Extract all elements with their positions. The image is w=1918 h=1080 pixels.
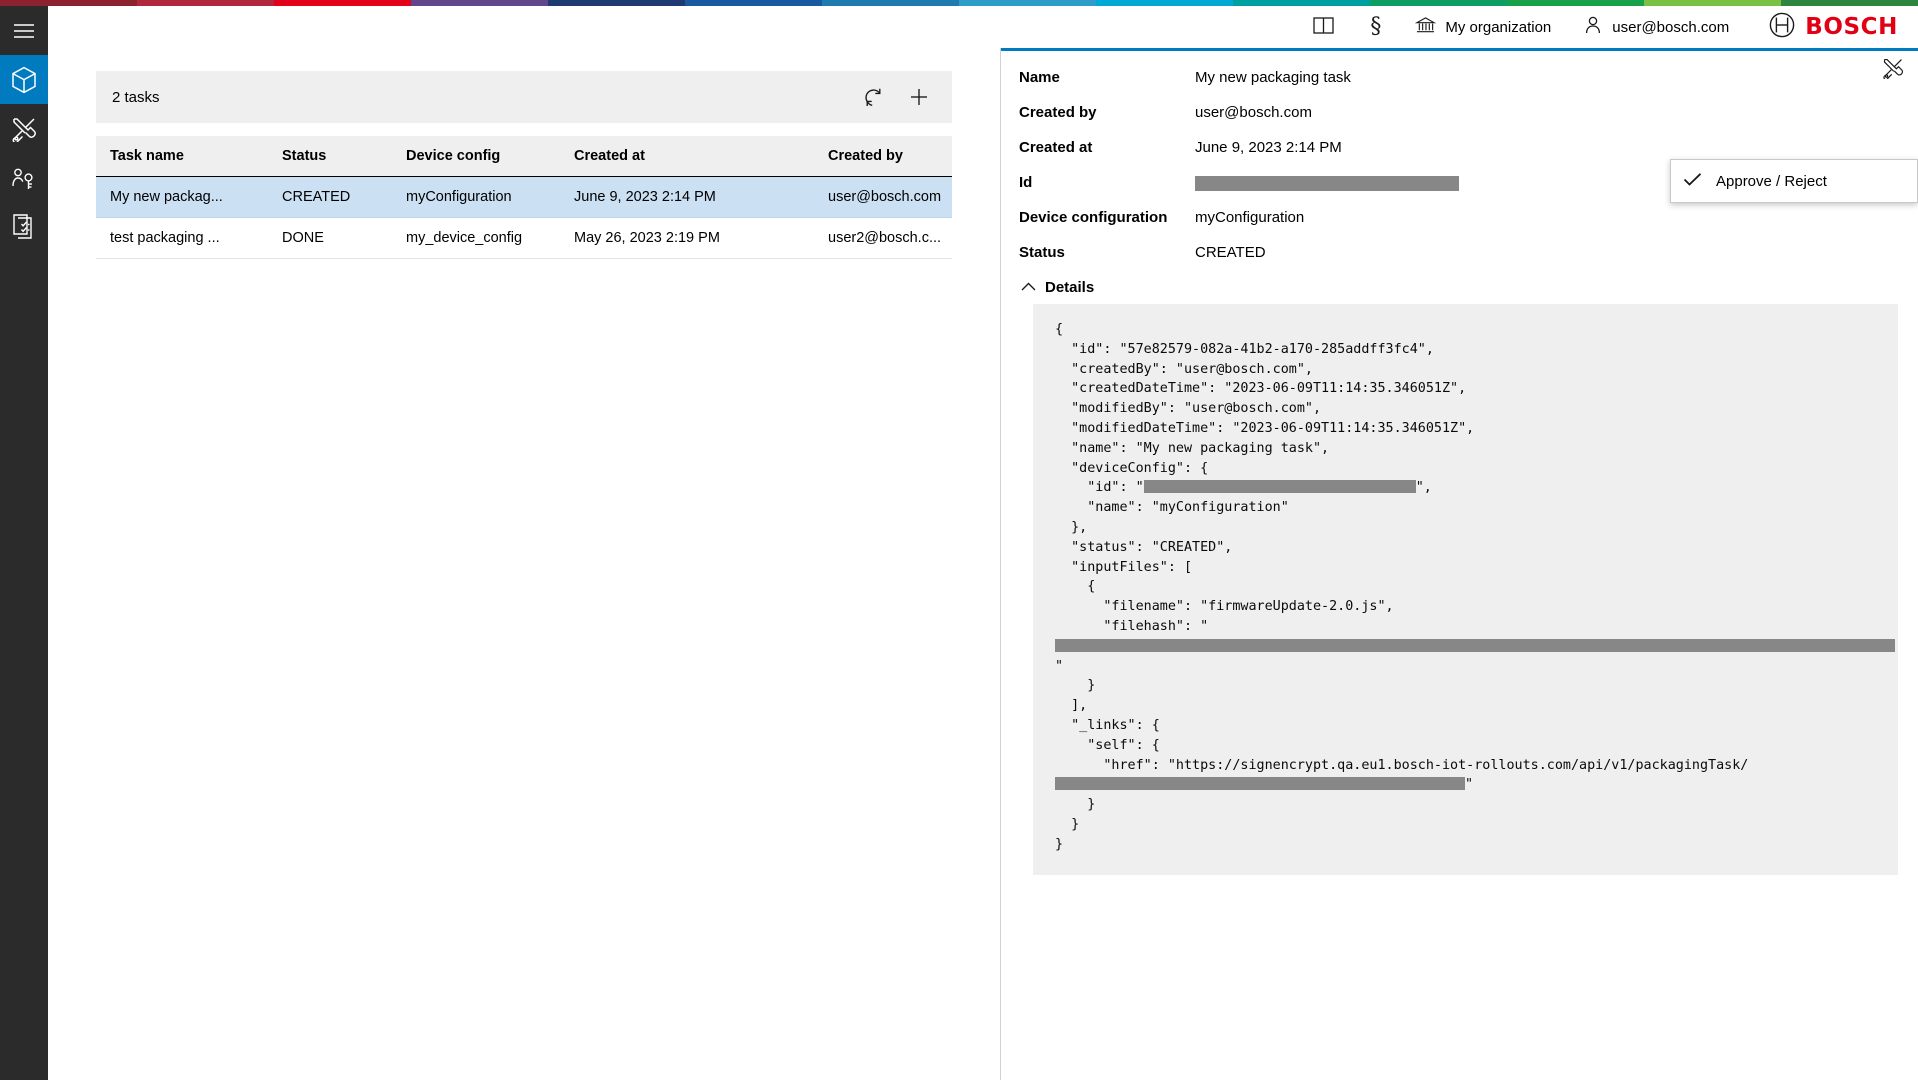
sidebar-item-packaging[interactable] (0, 55, 48, 104)
cell-created-by: user2@bosch.c... (814, 218, 952, 259)
bosch-wordmark: BOSCH (1805, 14, 1898, 40)
user-email-label: user@bosch.com (1612, 19, 1729, 36)
cube-icon (11, 66, 37, 94)
table-row[interactable]: test packaging ... DONE my_device_config… (96, 218, 952, 259)
detail-panel-body: Name My new packaging task Created by us… (1001, 51, 1918, 875)
legal-button[interactable]: § (1352, 6, 1399, 48)
field-value: user@bosch.com (1195, 104, 1312, 121)
task-json-details: { "id": "57e82579-082a-41b2-a170-285addf… (1033, 304, 1898, 875)
bosch-logo: BOSCH (1745, 12, 1902, 43)
table-row[interactable]: My new packag... CREATED myConfiguration… (96, 177, 952, 218)
field-value: CREATED (1195, 244, 1266, 261)
field-value: myConfiguration (1195, 209, 1304, 226)
sidebar-item-user-access[interactable] (0, 153, 48, 202)
task-count-label: 2 tasks (112, 89, 160, 106)
details-label: Details (1045, 279, 1094, 296)
cell-created-at: May 26, 2023 2:19 PM (560, 218, 814, 259)
documentation-button[interactable] (1295, 6, 1352, 48)
bosch-symbol-icon (1769, 12, 1795, 43)
field-value: June 9, 2023 2:14 PM (1195, 139, 1342, 156)
chevron-up-icon (1021, 279, 1036, 296)
cell-status: DONE (268, 218, 392, 259)
field-label: Name (1019, 69, 1195, 86)
cell-created-by: user@bosch.com (814, 177, 952, 218)
packaging-tasks-panel: Packaging tasks 2 tasks (48, 6, 1001, 1080)
packaging-tasks-table: Task name Status Device config Created a… (96, 136, 952, 259)
sidebar-rail (0, 6, 48, 1080)
user-account-button[interactable]: user@bosch.com (1567, 6, 1745, 48)
plus-icon[interactable] (908, 86, 930, 108)
field-label: Created at (1019, 139, 1195, 156)
book-icon (1313, 16, 1334, 39)
field-name: Name My new packaging task (1019, 69, 1898, 86)
sidebar-item-menu-toggle[interactable] (0, 6, 48, 55)
table-header-row: Task name Status Device config Created a… (96, 136, 952, 177)
organization-label: My organization (1445, 19, 1551, 36)
field-value: My new packaging task (1195, 69, 1351, 86)
field-label: Device configuration (1019, 209, 1195, 226)
packaging-task-detail-panel: Packaging task (1001, 6, 1918, 1080)
field-label: Created by (1019, 104, 1195, 121)
redaction-bar (1195, 176, 1459, 191)
cell-device-config: my_device_config (392, 218, 560, 259)
user-key-icon (11, 165, 37, 191)
cell-task-name: test packaging ... (96, 218, 268, 259)
legal-section-icon: § (1370, 16, 1381, 38)
field-value-redacted (1195, 174, 1459, 191)
tasks-toolbar: 2 tasks (96, 71, 952, 123)
clipboard-checklist-icon (12, 213, 37, 240)
details-disclosure-toggle[interactable]: Details (1021, 279, 1898, 296)
main-content: Packaging tasks 2 tasks (48, 6, 1918, 1080)
field-created-at: Created at June 9, 2023 2:14 PM (1019, 139, 1898, 156)
cell-created-at: June 9, 2023 2:14 PM (560, 177, 814, 218)
column-header-created-by[interactable]: Created by (814, 136, 952, 177)
check-icon (1683, 172, 1702, 191)
cell-status: CREATED (268, 177, 392, 218)
cell-device-config: myConfiguration (392, 177, 560, 218)
packaging-tasks-body: 2 tasks (48, 51, 1000, 259)
column-header-created-at[interactable]: Created at (560, 136, 814, 177)
user-icon (1583, 15, 1603, 39)
field-label: Status (1019, 244, 1195, 261)
cell-task-name: My new packag... (96, 177, 268, 218)
menu-item-label: Approve / Reject (1716, 173, 1827, 190)
organization-button[interactable]: My organization (1399, 6, 1567, 48)
organization-icon (1415, 16, 1436, 39)
task-actions-menu: Approve / Reject (1670, 159, 1918, 203)
top-header-bar: § My organization user@bosch.com (48, 6, 1918, 48)
field-status: Status CREATED (1019, 244, 1898, 261)
tools-icon (11, 116, 37, 142)
column-header-status[interactable]: Status (268, 136, 392, 177)
field-label: Id (1019, 174, 1195, 191)
redaction-bar (1144, 480, 1416, 493)
sidebar-item-tools[interactable] (0, 104, 48, 153)
refresh-icon[interactable] (863, 87, 884, 108)
field-device-configuration: Device configuration myConfiguration (1019, 209, 1898, 226)
menu-item-approve-reject[interactable]: Approve / Reject (1671, 160, 1917, 202)
redaction-bar (1055, 639, 1895, 652)
column-header-task-name[interactable]: Task name (96, 136, 268, 177)
redaction-bar (1055, 777, 1465, 790)
sidebar-item-reports[interactable] (0, 202, 48, 251)
hamburger-icon (13, 23, 35, 39)
field-created-by: Created by user@bosch.com (1019, 104, 1898, 121)
column-header-device-config[interactable]: Device config (392, 136, 560, 177)
